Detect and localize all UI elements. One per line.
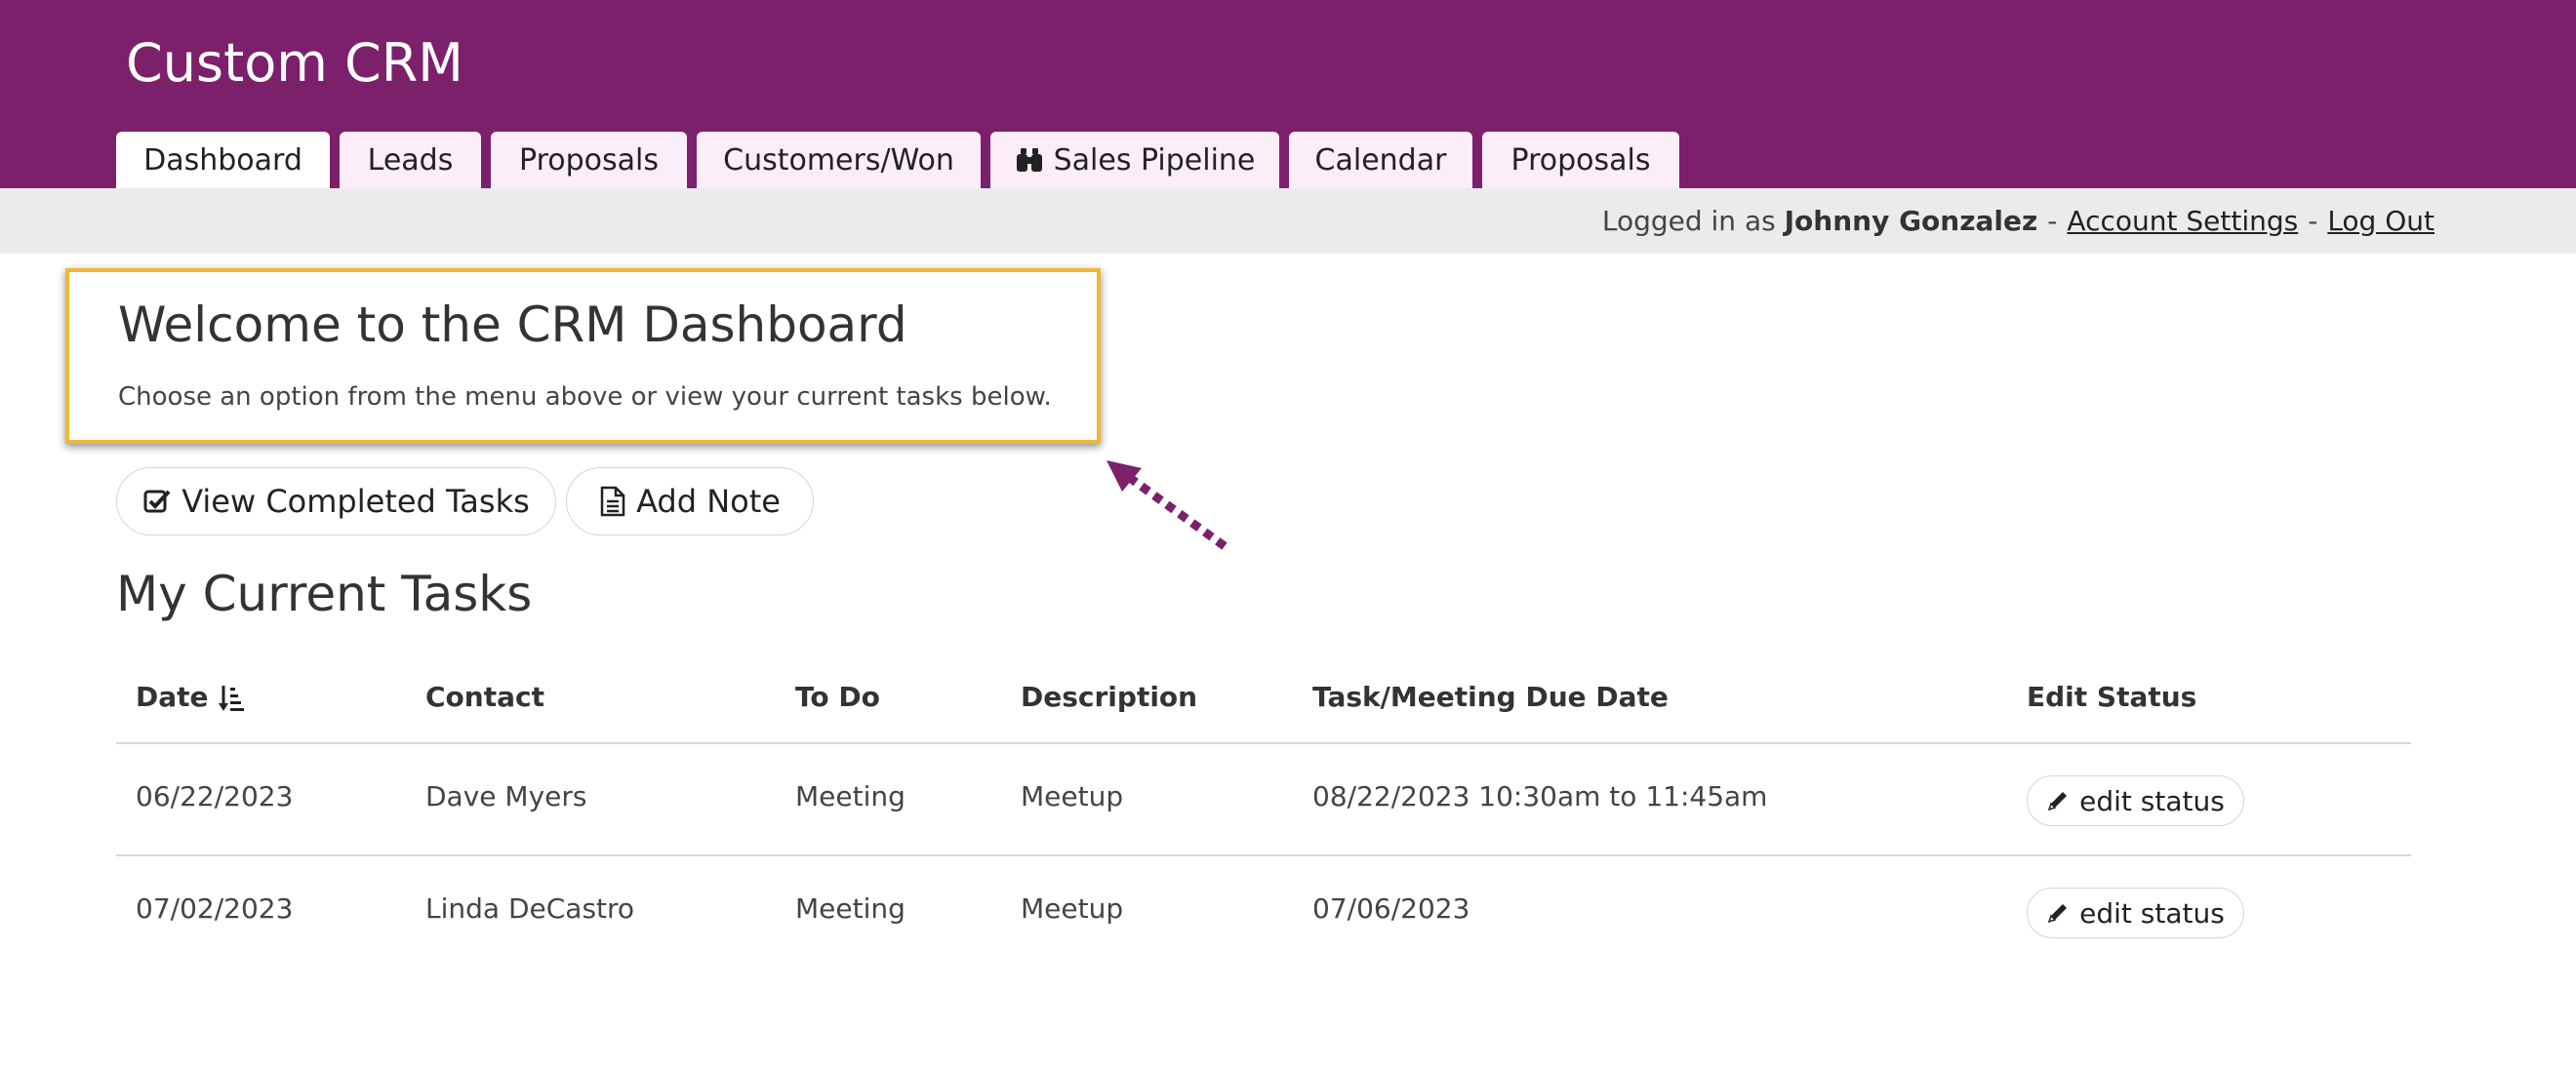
cell-description: Meetup (1021, 780, 1124, 812)
column-header-contact: Contact (425, 681, 544, 713)
account-settings-link[interactable]: Account Settings (2067, 205, 2298, 237)
welcome-panel: Welcome to the CRM Dashboard Choose an o… (65, 268, 1101, 444)
welcome-title: Welcome to the CRM Dashboard (118, 297, 907, 353)
pencil-icon (2046, 789, 2070, 812)
tab-label: Sales Pipeline (1053, 142, 1256, 178)
cell-contact: Dave Myers (425, 780, 587, 812)
separator: - (2047, 205, 2058, 237)
tab-label: Calendar (1314, 142, 1447, 178)
user-bar: Logged in as Johnny Gonzalez - Account S… (0, 188, 2576, 254)
column-header-todo: To Do (795, 681, 880, 713)
column-header-date[interactable]: Date (136, 655, 246, 742)
tab-label: Dashboard (143, 142, 302, 178)
separator: - (2308, 205, 2318, 237)
tab-label: Leads (367, 142, 454, 178)
tab-leads[interactable]: Leads (340, 132, 481, 188)
sort-descending-icon (218, 684, 246, 713)
user-info: Logged in as Johnny Gonzalez - Account S… (1602, 188, 2435, 254)
user-name: Johnny Gonzalez (1784, 205, 2038, 237)
add-note-button[interactable]: Add Note (566, 467, 814, 535)
table-row: 06/22/2023 Dave Myers Meeting Meetup 08/… (116, 744, 2411, 856)
edit-status-button[interactable]: edit status (2027, 775, 2244, 826)
tab-label: Proposals (519, 142, 659, 178)
cell-date: 07/02/2023 (136, 892, 294, 925)
tab-proposals[interactable]: Proposals (491, 132, 687, 188)
column-header-description: Description (1021, 681, 1198, 713)
view-completed-tasks-button[interactable]: View Completed Tasks (116, 467, 556, 535)
tab-label: Proposals (1510, 142, 1651, 178)
log-out-link[interactable]: Log Out (2327, 205, 2435, 237)
tab-proposals-2[interactable]: Proposals (1482, 132, 1679, 188)
table-header-row: Date Contact To Do Description Task/Meet… (116, 655, 2411, 744)
cell-contact: Linda DeCastro (425, 892, 635, 925)
cell-date: 06/22/2023 (136, 780, 294, 812)
tab-dashboard[interactable]: Dashboard (116, 132, 330, 188)
cell-due-date: 07/06/2023 (1312, 892, 1470, 925)
button-label: View Completed Tasks (181, 483, 530, 520)
app-title: Custom CRM (126, 32, 463, 94)
welcome-text: Choose an option from the menu above or … (118, 382, 1052, 412)
tab-sales-pipeline[interactable]: Sales Pipeline (990, 132, 1279, 188)
pencil-icon (2046, 901, 2070, 925)
column-header-due-date: Task/Meeting Due Date (1312, 681, 1669, 713)
button-label: edit status (2079, 896, 2225, 930)
tab-label: Customers/Won (723, 142, 954, 178)
check-square-icon (142, 487, 172, 516)
app-header: Custom CRM Dashboard Leads Proposals Cus… (0, 0, 2576, 188)
table-row: 07/02/2023 Linda DeCastro Meeting Meetup… (116, 856, 2411, 969)
tab-calendar[interactable]: Calendar (1289, 132, 1472, 188)
tab-customers-won[interactable]: Customers/Won (697, 132, 981, 188)
annotation-arrow-icon (1107, 460, 1228, 550)
logged-in-prefix: Logged in as (1601, 205, 1776, 237)
cell-todo: Meeting (795, 780, 906, 812)
button-label: edit status (2079, 784, 2225, 817)
button-label: Add Note (636, 483, 781, 520)
binoculars-icon (1015, 145, 1044, 175)
current-tasks-title: My Current Tasks (116, 566, 533, 622)
tasks-table: Date Contact To Do Description Task/Meet… (116, 655, 2411, 969)
column-header-edit-status: Edit Status (2027, 681, 2197, 713)
document-icon (599, 486, 626, 517)
main-nav-tabs: Dashboard Leads Proposals Customers/Won … (116, 132, 1689, 188)
cell-description: Meetup (1021, 892, 1124, 925)
cell-due-date: 08/22/2023 10:30am to 11:45am (1312, 780, 1768, 812)
cell-todo: Meeting (795, 892, 906, 925)
edit-status-button[interactable]: edit status (2027, 888, 2244, 938)
